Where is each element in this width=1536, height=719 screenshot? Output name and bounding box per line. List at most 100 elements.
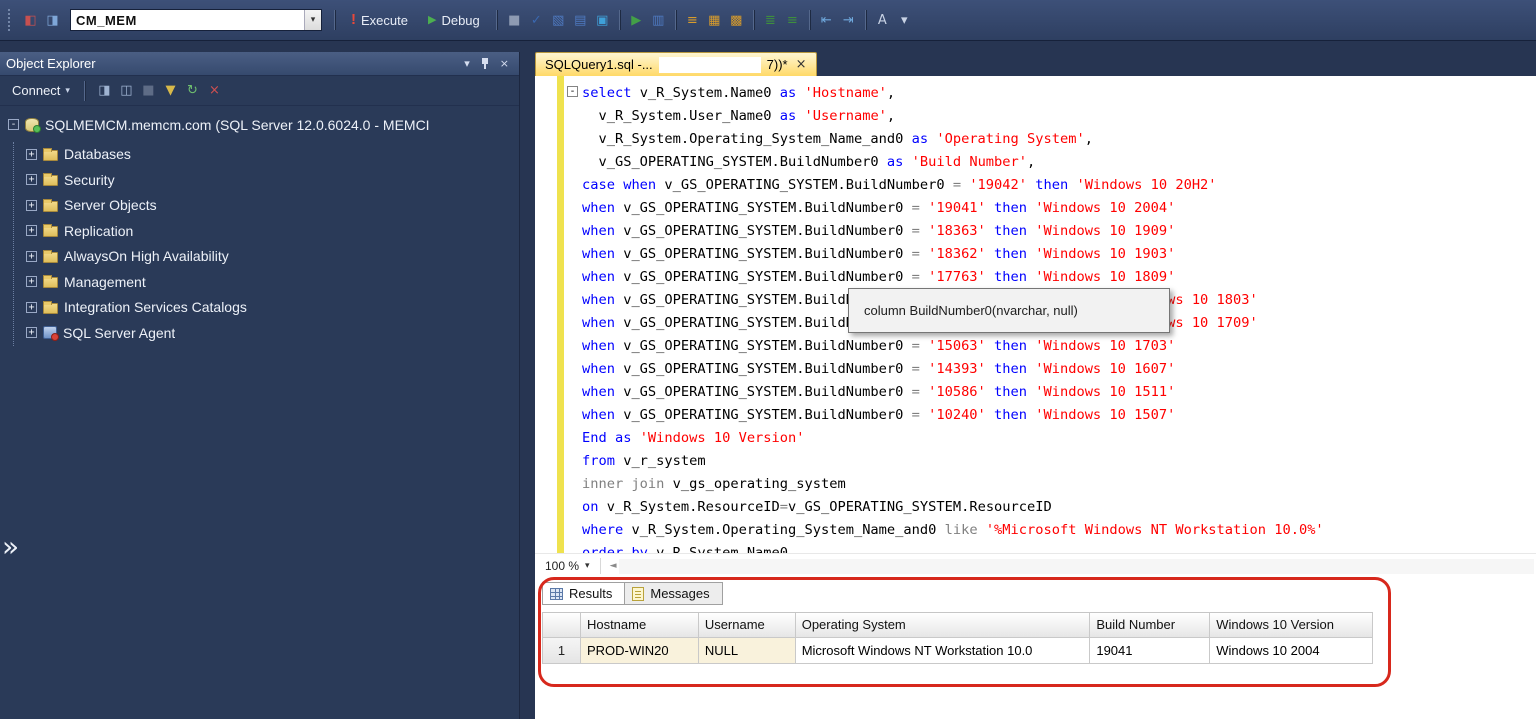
expand-icon[interactable]: + <box>26 174 37 186</box>
client-statistics-icon[interactable]: ▥ <box>649 11 668 30</box>
tree-item-label: AlwaysOn High Availability <box>64 248 229 265</box>
intellisense-icon[interactable]: ▣ <box>593 11 612 30</box>
comment-out-icon[interactable]: ≣ <box>761 11 780 30</box>
tab-close-icon[interactable]: × <box>796 57 807 72</box>
disconnect-server-icon[interactable]: ◫ <box>117 81 136 100</box>
expand-icon[interactable]: + <box>26 301 37 313</box>
tree-item-databases[interactable]: + Databases <box>26 142 519 168</box>
results-to-text-icon[interactable]: ≡ <box>683 11 702 30</box>
tree-item-sql-server-agent[interactable]: + SQL Server Agent <box>26 320 519 346</box>
expand-icon[interactable]: + <box>26 250 37 262</box>
toolbar-drag-handle[interactable] <box>8 9 13 31</box>
remove-icon[interactable]: × <box>205 81 224 100</box>
chevron-down-icon: ▾ <box>65 85 70 96</box>
code-line: order by v_R_System.Name0 <box>582 545 789 553</box>
expand-icon[interactable]: + <box>26 199 37 211</box>
expand-icon[interactable]: + <box>26 327 37 339</box>
toolbar-overflow-icon[interactable]: ▾ <box>895 11 914 30</box>
expand-collapsed-panel-button[interactable]: » <box>2 533 19 561</box>
refresh-icon[interactable]: ↻ <box>183 81 202 100</box>
toolbar-separator <box>752 10 754 30</box>
column-header-windows-10-version[interactable]: Windows 10 Version <box>1210 613 1373 638</box>
column-header-operating-system[interactable]: Operating System <box>795 613 1091 638</box>
column-header-username[interactable]: Username <box>698 613 796 638</box>
object-explorer-titlebar[interactable]: Object Explorer ▾ × <box>0 52 519 76</box>
tree-item-replication[interactable]: + Replication <box>26 218 519 244</box>
cell-operating-system[interactable]: Microsoft Windows NT Workstation 10.0 <box>795 638 1091 664</box>
expand-icon[interactable]: + <box>26 225 37 237</box>
change-connection-icon[interactable]: ◨ <box>43 11 62 30</box>
connect-icon[interactable]: ◧ <box>21 11 40 30</box>
messages-note-icon <box>632 586 645 601</box>
collapse-region-icon[interactable]: - <box>567 86 578 97</box>
query-options-icon[interactable]: ▤ <box>571 11 590 30</box>
tree-item-alwayson-high-availability[interactable]: + AlwaysOn High Availability <box>26 244 519 270</box>
object-explorer-panel: Object Explorer ▾ × Connect ▾ ◨ ◫ ■ ▼ ↻ × - S… <box>0 52 520 719</box>
increase-indent-icon[interactable]: ⇥ <box>839 11 858 30</box>
row-number[interactable]: 1 <box>543 638 581 664</box>
results-to-file-icon[interactable]: ▩ <box>727 11 746 30</box>
code-line: when v_GS_OPERATING_SYSTEM.BuildNumber0 … <box>582 246 1176 262</box>
expand-icon[interactable]: + <box>26 148 37 160</box>
filter-icon[interactable]: ▼ <box>161 81 180 100</box>
tree-item-security[interactable]: + Security <box>26 167 519 193</box>
sql-editor[interactable]: - select v_R_System.Name0 as 'Hostname',… <box>535 76 1536 553</box>
grid-corner[interactable] <box>543 613 581 638</box>
tree-item-integration-services-catalogs[interactable]: + Integration Services Catalogs <box>26 295 519 321</box>
code-line: when v_GS_OPERATING_SYSTEM.BuildNumber0 … <box>582 361 1176 377</box>
close-icon[interactable]: × <box>500 57 509 70</box>
debug-button[interactable]: ▶ Debug <box>420 11 488 30</box>
selection-margin <box>535 76 557 553</box>
actual-plan-icon[interactable]: ▶ <box>627 11 646 30</box>
server-icon <box>25 117 41 133</box>
results-grid[interactable]: Hostname Username Operating System Build… <box>542 612 1373 664</box>
connect-server-icon[interactable]: ◨ <box>95 81 114 100</box>
expand-icon[interactable]: + <box>26 276 37 288</box>
editor-toolbar-icon-group: ■ ✓ ▧ ▤ ▣ ▶ ▥ ≡ ▦ ▩ ≣ ≡ ⇤ ⇥ A ▾ <box>505 10 914 30</box>
cell-windows-10-version[interactable]: Windows 10 2004 <box>1210 638 1373 664</box>
database-combo[interactable]: CM_MEM ▾ <box>70 9 322 31</box>
cell-hostname[interactable]: PROD-WIN20 <box>580 638 699 664</box>
code-line: v_R_System.Operating_System_Name_and0 as… <box>582 131 1093 147</box>
tree-item-label: SQL Server Agent <box>63 324 176 341</box>
cell-build-number[interactable]: 19041 <box>1090 638 1211 664</box>
tree-item-server-objects[interactable]: + Server Objects <box>26 193 519 219</box>
code-line: when v_GS_OPERATING_SYSTEM.BuildNumber0 … <box>582 407 1176 423</box>
tree-item-server[interactable]: - SQLMEMCM.memcm.com (SQL Server 12.0.60… <box>8 112 519 138</box>
column-header-hostname[interactable]: Hostname <box>580 613 699 638</box>
debug-play-icon: ▶ <box>427 13 437 26</box>
intellisense-tooltip: column BuildNumber0(nvarchar, null) <box>848 288 1170 333</box>
tree-item-management[interactable]: + Management <box>26 269 519 295</box>
window-position-caret-icon[interactable]: ▾ <box>464 57 470 70</box>
table-row: 1 PROD-WIN20 NULL Microsoft Windows NT W… <box>543 638 1373 664</box>
folder-icon <box>43 275 58 289</box>
code-line: v_R_System.User_Name0 as 'Username', <box>582 108 896 124</box>
object-explorer-tree: - SQLMEMCM.memcm.com (SQL Server 12.0.60… <box>0 106 519 346</box>
tab-results[interactable]: Results <box>542 582 626 605</box>
stop-process-icon[interactable]: ■ <box>139 81 158 100</box>
complete-word-icon[interactable]: A <box>873 11 892 30</box>
horizontal-scrollbar[interactable] <box>619 558 1534 574</box>
cell-username[interactable]: NULL <box>698 638 796 664</box>
tab-messages[interactable]: Messages <box>624 582 723 605</box>
zoom-control[interactable]: 100 % ▾ <box>541 557 594 575</box>
decrease-indent-icon[interactable]: ⇤ <box>817 11 836 30</box>
hscroll-left-arrow[interactable]: ◄ <box>607 561 620 571</box>
collapse-icon[interactable]: - <box>8 119 19 131</box>
execute-button[interactable]: ! Execute <box>343 11 416 30</box>
pin-icon[interactable] <box>480 57 490 70</box>
uncomment-icon[interactable]: ≡ <box>783 11 802 30</box>
tree-item-label: Security <box>64 171 115 188</box>
execute-label: Execute <box>361 12 408 28</box>
combo-dropdown-icon[interactable]: ▾ <box>304 10 321 30</box>
tab-sqlquery1[interactable]: SQLQuery1.sql -... 7))* × <box>535 52 817 76</box>
column-header-build-number[interactable]: Build Number <box>1090 613 1211 638</box>
connect-button[interactable]: Connect ▾ <box>8 81 74 100</box>
results-to-grid-icon[interactable]: ▦ <box>705 11 724 30</box>
cancel-query-icon[interactable]: ■ <box>505 11 524 30</box>
parse-query-icon[interactable]: ✓ <box>527 11 546 30</box>
results-pane: Results Messages Hostname Username Opera… <box>535 578 1536 719</box>
panel-title: Object Explorer <box>6 56 96 71</box>
estimated-plan-icon[interactable]: ▧ <box>549 11 568 30</box>
tab-results-label: Results <box>569 586 613 601</box>
